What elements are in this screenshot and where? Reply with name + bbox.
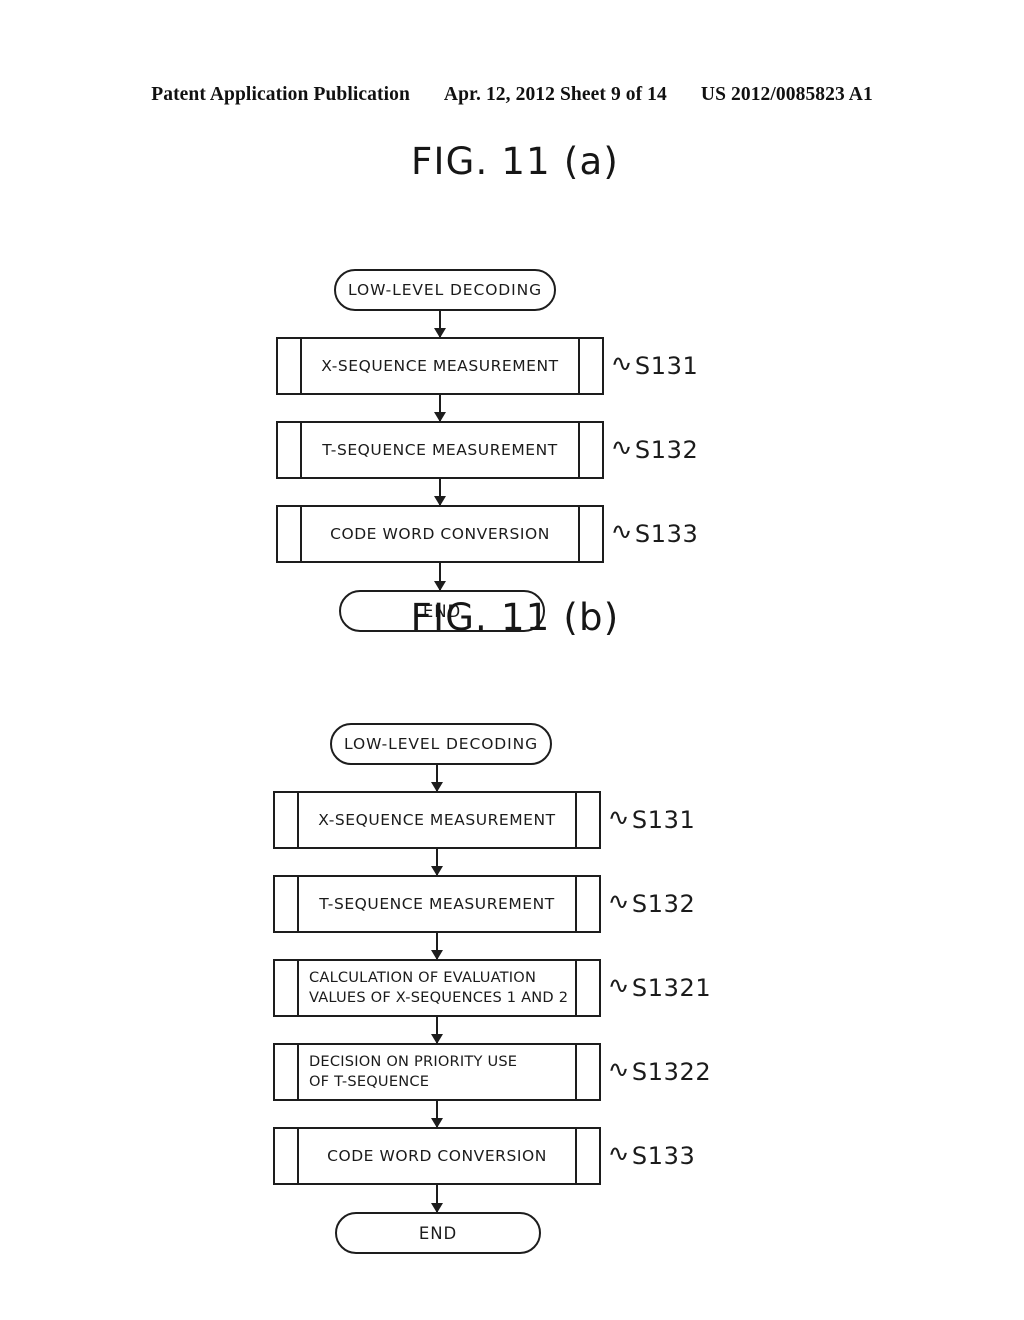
figure-11b: FIG. 11 (b) LOW-LEVEL DECODING X-SEQUENC… bbox=[0, 596, 1024, 1275]
flowchart-b-step-s132-ref-text: S132 bbox=[631, 890, 696, 918]
figure-11b-title: FIG. 11 (b) bbox=[410, 596, 620, 639]
flowchart-b-end-terminator: END bbox=[335, 1212, 541, 1254]
connector-b-s1321-to-s1322 bbox=[431, 1017, 443, 1044]
flowchart-b-step-s133-ref-text: S133 bbox=[631, 1142, 696, 1170]
connector-b-s133-to-end bbox=[431, 1185, 443, 1213]
flowchart-b-step-s132-text: T-SEQUENCE MEASUREMENT bbox=[319, 894, 555, 913]
page-header: Patent Application Publication Apr. 12, … bbox=[0, 84, 1024, 106]
flowchart-b-step-s1321-ref: ∿ S1321 bbox=[607, 973, 712, 1002]
flowchart-a-step-s131-ref: ∿ S131 bbox=[610, 351, 699, 380]
flowchart-a-start-terminator: LOW-LEVEL DECODING bbox=[334, 269, 556, 311]
flowchart-a-step-s133-text: CODE WORD CONVERSION bbox=[330, 524, 550, 543]
flowchart-a-step-s133-inner: CODE WORD CONVERSION bbox=[300, 505, 580, 563]
tilde-icon: ∿ bbox=[607, 889, 631, 915]
connector-b-s132-to-s1321 bbox=[431, 933, 443, 960]
flowchart-b-step-s1322-text-line2: OF T-SEQUENCE bbox=[309, 1073, 430, 1090]
flowchart-b-step-s1321-text-line1: CALCULATION OF EVALUATION bbox=[309, 969, 537, 987]
flowchart-b-start-terminator: LOW-LEVEL DECODING bbox=[330, 723, 552, 765]
flowchart-b-start-label: LOW-LEVEL DECODING bbox=[343, 735, 539, 753]
connector-b-start-to-s131 bbox=[431, 765, 443, 792]
flowchart-b-step-s132-inner: T-SEQUENCE MEASUREMENT bbox=[297, 875, 577, 933]
tilde-icon: ∿ bbox=[607, 973, 631, 999]
flowchart-b-step-s131-text: X-SEQUENCE MEASUREMENT bbox=[318, 810, 556, 829]
connector-a-start-to-s131 bbox=[434, 311, 446, 338]
connector-b-s131-to-s132 bbox=[431, 849, 443, 876]
flowchart-b-step-s133-text: CODE WORD CONVERSION bbox=[327, 1146, 547, 1165]
flowchart-b-step-s1322: DECISION ON PRIORITY USE OF T-SEQUENCE bbox=[273, 1043, 601, 1101]
figure-11a: FIG. 11 (a) LOW-LEVEL DECODING X-SEQUENC… bbox=[0, 140, 1024, 632]
flowchart-b-step-s1321: CALCULATION OF EVALUATION VALUES OF X-SE… bbox=[273, 959, 601, 1017]
tilde-icon: ∿ bbox=[610, 435, 634, 461]
tilde-icon: ∿ bbox=[610, 351, 634, 377]
header-publication-number: US 2012/0085823 A1 bbox=[700, 84, 873, 105]
connector-a-s133-to-end bbox=[434, 563, 446, 591]
figure-11a-title: FIG. 11 (a) bbox=[411, 140, 619, 183]
flowchart-a-step-s132-ref-text: S132 bbox=[634, 436, 699, 464]
header-date-sheet-text: Apr. 12, 2012 Sheet 9 of 14 bbox=[443, 84, 667, 105]
flowchart-b-step-s1322-text-line1: DECISION ON PRIORITY USE bbox=[309, 1053, 518, 1071]
flowchart-b-step-s131: X-SEQUENCE MEASUREMENT bbox=[273, 791, 601, 849]
flowchart-b-step-s131-ref: ∿ S131 bbox=[607, 805, 696, 834]
figure-11b-flowchart: LOW-LEVEL DECODING X-SEQUENCE MEASUREMEN… bbox=[0, 655, 1024, 1275]
flowchart-a-step-s132-inner: T-SEQUENCE MEASUREMENT bbox=[300, 421, 580, 479]
connector-b-s1322-to-s133 bbox=[431, 1101, 443, 1128]
flowchart-a-start-label: LOW-LEVEL DECODING bbox=[347, 281, 543, 299]
tilde-icon: ∿ bbox=[607, 1057, 631, 1083]
connector-a-s132-to-s133 bbox=[434, 479, 446, 506]
flowchart-a-step-s132-text: T-SEQUENCE MEASUREMENT bbox=[322, 440, 558, 459]
flowchart-a-step-s131-text: X-SEQUENCE MEASUREMENT bbox=[321, 356, 559, 375]
flowchart-a-step-s131-inner: X-SEQUENCE MEASUREMENT bbox=[300, 337, 580, 395]
tilde-icon: ∿ bbox=[610, 519, 634, 545]
flowchart-a-step-s133-ref: ∿ S133 bbox=[610, 519, 699, 548]
flowchart-a-step-s133-ref-text: S133 bbox=[634, 520, 699, 548]
flowchart-b-step-s1322-inner: DECISION ON PRIORITY USE OF T-SEQUENCE bbox=[297, 1043, 577, 1101]
flowchart-b-step-s132-ref: ∿ S132 bbox=[607, 889, 696, 918]
flowchart-b-end-label: END bbox=[418, 1223, 458, 1243]
header-publication-text: Patent Application Publication bbox=[151, 84, 410, 105]
flowchart-b-step-s131-ref-text: S131 bbox=[631, 806, 696, 834]
flowchart-b-step-s1322-ref: ∿ S1322 bbox=[607, 1057, 712, 1086]
flowchart-a-step-s132: T-SEQUENCE MEASUREMENT bbox=[276, 421, 604, 479]
connector-a-s131-to-s132 bbox=[434, 395, 446, 422]
flowchart-b-step-s133-ref: ∿ S133 bbox=[607, 1141, 696, 1170]
flowchart-b-step-s1321-text-line2: VALUES OF X-SEQUENCES 1 AND 2 bbox=[309, 989, 569, 1006]
flowchart-a-step-s132-ref: ∿ S132 bbox=[610, 435, 699, 464]
figure-11a-flowchart: LOW-LEVEL DECODING X-SEQUENCE MEASUREMEN… bbox=[0, 199, 1024, 632]
flowchart-b-step-s131-inner: X-SEQUENCE MEASUREMENT bbox=[297, 791, 577, 849]
flowchart-a-step-s131: X-SEQUENCE MEASUREMENT bbox=[276, 337, 604, 395]
flowchart-b-step-s133-inner: CODE WORD CONVERSION bbox=[297, 1127, 577, 1185]
flowchart-b-step-s133: CODE WORD CONVERSION bbox=[273, 1127, 601, 1185]
tilde-icon: ∿ bbox=[607, 805, 631, 831]
flowchart-b-step-s132: T-SEQUENCE MEASUREMENT bbox=[273, 875, 601, 933]
flowchart-b-step-s1321-inner: CALCULATION OF EVALUATION VALUES OF X-SE… bbox=[297, 959, 577, 1017]
flowchart-b-step-s1321-ref-text: S1321 bbox=[631, 974, 712, 1002]
flowchart-b-step-s1322-ref-text: S1322 bbox=[631, 1058, 712, 1086]
flowchart-a-step-s131-ref-text: S131 bbox=[634, 352, 699, 380]
tilde-icon: ∿ bbox=[607, 1141, 631, 1167]
flowchart-a-step-s133: CODE WORD CONVERSION bbox=[276, 505, 604, 563]
